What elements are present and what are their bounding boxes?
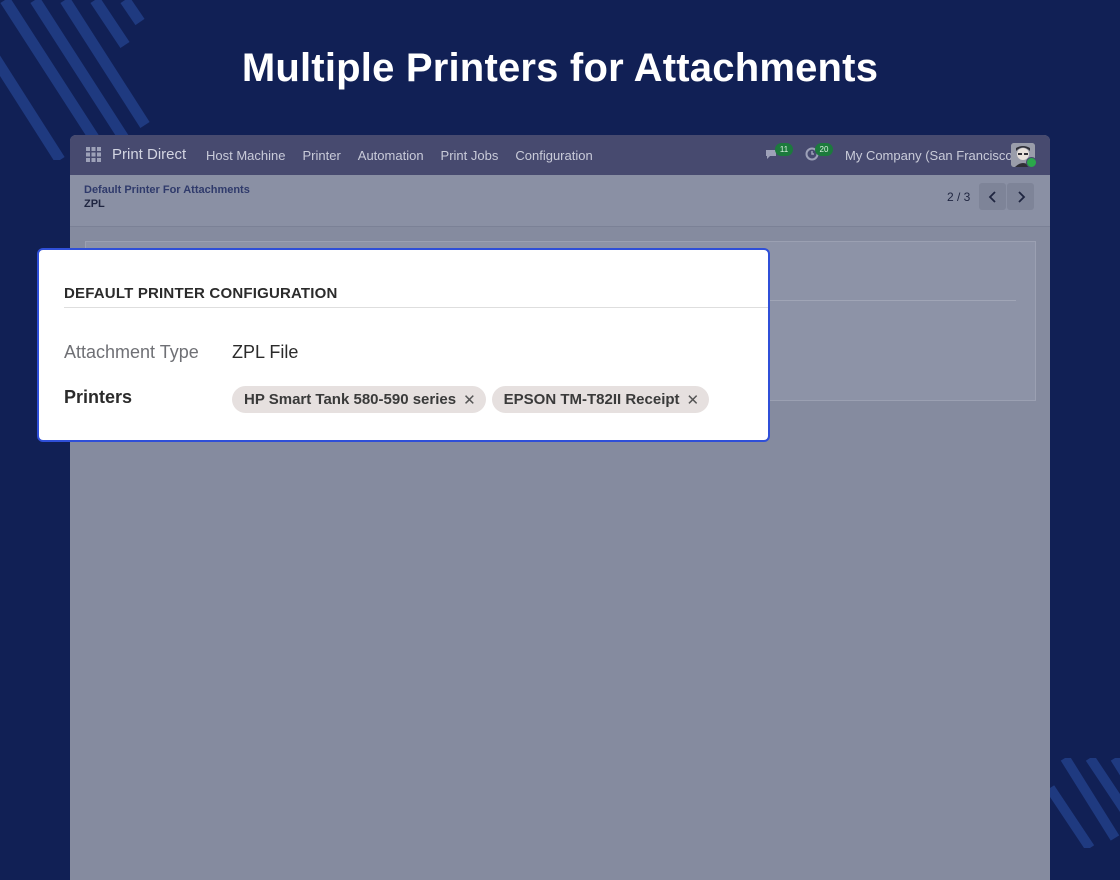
printers-label: Printers: [64, 387, 133, 407]
online-status-dot: [1026, 157, 1037, 168]
close-icon[interactable]: ✕: [687, 391, 700, 409]
app-brand[interactable]: Print Direct: [112, 146, 186, 163]
pager-previous-button[interactable]: [979, 183, 1006, 210]
printer-tag[interactable]: EPSON TM-T82II Receipt ✕: [491, 386, 710, 413]
section-title: DEFAULT PRINTER CONFIGURATION: [64, 285, 338, 302]
printers-tags-field[interactable]: HP Smart Tank 580-590 series ✕ EPSON TM-…: [232, 386, 710, 413]
pager-value[interactable]: 2 / 3: [947, 190, 970, 204]
app-window: Print Direct Host Machine Printer Automa…: [70, 135, 1050, 880]
activities-badge: 20: [815, 143, 833, 156]
company-switcher[interactable]: My Company (San Francisco): [845, 148, 1017, 163]
menu-host-machine[interactable]: Host Machine: [206, 148, 285, 163]
pager-next-button[interactable]: [1007, 183, 1034, 210]
messages-button[interactable]: 11: [765, 143, 793, 164]
printer-tag[interactable]: HP Smart Tank 580-590 series ✕: [232, 386, 486, 413]
decorative-stripes-bottom-right: [1050, 758, 1120, 848]
close-icon[interactable]: ✕: [463, 391, 476, 409]
printer-tag-label: EPSON TM-T82II Receipt: [503, 391, 680, 408]
menu-printer[interactable]: Printer: [302, 148, 340, 163]
section-divider: [64, 307, 768, 308]
printer-tag-label: HP Smart Tank 580-590 series: [244, 391, 457, 408]
top-navbar: Print Direct Host Machine Printer Automa…: [70, 135, 1050, 175]
main-menu: Host Machine Printer Automation Print Jo…: [206, 148, 593, 163]
menu-print-jobs[interactable]: Print Jobs: [441, 148, 499, 163]
breadcrumb-parent[interactable]: Default Printer For Attachments: [84, 184, 250, 196]
default-printer-configuration-card: DEFAULT PRINTER CONFIGURATION Attachment…: [37, 248, 770, 442]
activities-button[interactable]: 20: [805, 143, 833, 164]
menu-configuration[interactable]: Configuration: [515, 148, 592, 163]
attachment-type-value[interactable]: ZPL File: [232, 342, 298, 363]
control-panel: Default Printer For Attachments ZPL 2 / …: [70, 175, 1050, 227]
breadcrumb-current: ZPL: [84, 198, 105, 210]
page-headline: Multiple Printers for Attachments: [241, 46, 879, 90]
apps-grid-icon[interactable]: [86, 147, 101, 162]
chevron-left-icon: [988, 190, 996, 203]
messages-badge: 11: [775, 143, 793, 156]
menu-automation[interactable]: Automation: [358, 148, 424, 163]
attachment-type-label: Attachment Type: [64, 342, 199, 362]
chevron-right-icon: [1017, 190, 1025, 203]
